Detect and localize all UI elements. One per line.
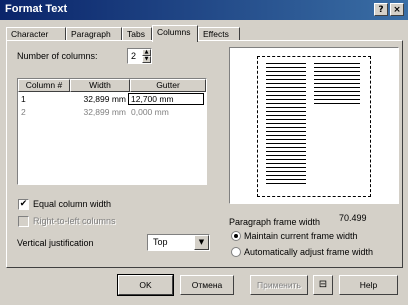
chevron-down-icon[interactable]: ▼ xyxy=(194,235,209,250)
number-of-columns-value: 2 xyxy=(131,51,137,61)
ok-button[interactable]: OK xyxy=(117,274,174,296)
tab-character[interactable]: Character xyxy=(6,27,66,41)
right-to-left-checkbox[interactable] xyxy=(18,216,29,227)
spin-up-icon[interactable]: ▲ xyxy=(142,49,151,56)
number-of-columns-label: Number of columns: xyxy=(17,51,98,61)
spin-down-icon[interactable]: ▼ xyxy=(142,56,151,63)
vertical-justification-label: Vertical justification xyxy=(17,238,94,248)
vertical-justification-value: Top xyxy=(153,237,168,247)
equal-column-width-checkbox[interactable]: ✔ xyxy=(18,199,29,210)
tab-effects[interactable]: Effects xyxy=(198,27,240,41)
preview-column-1 xyxy=(266,63,306,187)
column-header-width[interactable]: Width xyxy=(70,79,130,92)
close-button[interactable]: × xyxy=(390,3,404,16)
number-of-columns-spinner[interactable]: 2 ▲ ▼ xyxy=(127,48,152,64)
maintain-width-radio[interactable] xyxy=(231,231,241,241)
tab-tabs[interactable]: Tabs xyxy=(122,27,152,41)
lock-icon[interactable]: ⊟ xyxy=(313,275,333,295)
title-bar: Format Text ? × xyxy=(0,0,408,20)
row-number: 1 xyxy=(21,94,26,104)
column-header-number[interactable]: Column # xyxy=(18,79,70,92)
auto-adjust-radio[interactable] xyxy=(231,247,241,257)
row-gutter-input[interactable]: 12,700 mm xyxy=(128,93,204,105)
row-gutter[interactable]: 0,000 mm xyxy=(131,106,169,119)
tab-columns[interactable]: Columns xyxy=(152,25,198,42)
column-preview xyxy=(229,47,399,204)
help-button[interactable]: Help xyxy=(339,275,398,295)
apply-button[interactable]: Применить xyxy=(250,275,308,295)
maintain-width-label[interactable]: Maintain current frame width xyxy=(244,231,358,241)
tab-paragraph[interactable]: Paragraph xyxy=(66,27,122,41)
preview-page-frame xyxy=(257,56,371,197)
help-title-button[interactable]: ? xyxy=(374,3,388,16)
frame-width-label: Paragraph frame width xyxy=(229,217,321,227)
auto-adjust-label[interactable]: Automatically adjust frame width xyxy=(244,247,373,257)
row-width[interactable]: 32,899 mm xyxy=(70,93,126,106)
cancel-button[interactable]: Отмена xyxy=(180,275,234,295)
right-to-left-label[interactable]: Right-to-left columns xyxy=(33,216,116,226)
row-number: 2 xyxy=(21,107,26,117)
table-row[interactable]: 2 32,899 mm 0,000 mm xyxy=(18,106,206,119)
frame-width-value: 70.499 xyxy=(339,213,367,223)
columns-table[interactable]: Column # Width Gutter 1 32,899 mm 12,700… xyxy=(17,78,207,185)
equal-column-width-label[interactable]: Equal column width xyxy=(33,199,111,209)
vertical-justification-select[interactable]: Top ▼ xyxy=(147,234,210,251)
column-header-gutter[interactable]: Gutter xyxy=(130,79,206,92)
window-title: Format Text xyxy=(5,3,68,15)
preview-column-2 xyxy=(314,63,360,107)
table-row[interactable]: 1 32,899 mm 12,700 mm xyxy=(18,93,206,106)
row-width[interactable]: 32,899 mm xyxy=(70,106,126,119)
